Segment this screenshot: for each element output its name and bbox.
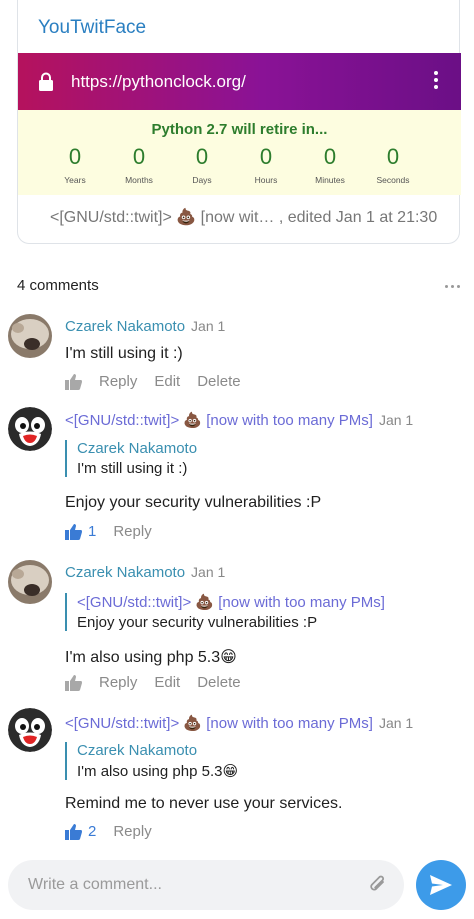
avatar[interactable] [8, 407, 52, 451]
quoted-reply[interactable]: Czarek Nakamoto I'm also using php 5.3😁 [65, 742, 238, 780]
comment-body: I'm also using php 5.3😁 [65, 649, 237, 666]
comment-author[interactable]: <[GNU/std::twit]> 💩 [now with too many P… [65, 412, 373, 429]
reply-button[interactable]: Reply [99, 674, 137, 691]
countdown-hours: 0 Hours [254, 144, 278, 185]
delete-button[interactable]: Delete [197, 674, 240, 691]
paperclip-icon[interactable] [368, 874, 388, 896]
reply-button[interactable]: Reply [113, 523, 151, 540]
comment-author[interactable]: Czarek Nakamoto [65, 318, 185, 335]
avatar[interactable] [8, 314, 52, 358]
countdown-days: 0 Days [192, 144, 212, 185]
quote-author: Czarek Nakamoto [77, 742, 198, 759]
comment-date: Jan 1 [378, 715, 414, 731]
reply-button[interactable]: Reply [99, 373, 137, 390]
comment-author[interactable]: Czarek Nakamoto [65, 564, 185, 581]
edit-button[interactable]: Edit [154, 373, 180, 390]
countdown-years: 0 Years [64, 144, 86, 185]
avatar[interactable] [8, 560, 52, 604]
thumbs-up-icon[interactable] [65, 523, 82, 540]
thumbs-up-icon[interactable] [65, 823, 82, 840]
more-dots-icon[interactable] [445, 285, 460, 288]
comment-date: Jan 1 [378, 412, 414, 428]
quote-author: Czarek Nakamoto [77, 440, 198, 457]
quoted-reply[interactable]: <[GNU/std::twit]> 💩 [now with too many P… [65, 593, 385, 631]
comment-date: Jan 1 [191, 318, 226, 334]
comment-body: Enjoy your security vulnerabilities :P [65, 494, 322, 511]
post-meta: <[GNU/std::twit]> 💩 [now wit… , edited J… [50, 209, 438, 226]
comments-count: 4 comments [17, 277, 99, 294]
delete-button[interactable]: Delete [197, 373, 240, 390]
countdown-seconds: 0 Seconds [376, 144, 410, 185]
quote-text: Enjoy your security vulnerabilities :P [77, 614, 318, 631]
comment-date: Jan 1 [191, 564, 226, 580]
quote-text: I'm also using php 5.3😁 [77, 763, 239, 780]
quote-text: I'm still using it :) [77, 460, 188, 477]
edit-button[interactable]: Edit [154, 674, 180, 691]
comment-body: I'm still using it :) [65, 345, 183, 362]
comment-author[interactable]: <[GNU/std::twit]> 💩 [now with too many P… [65, 715, 373, 732]
preview-url-bar[interactable]: https://pythonclock.org/ [18, 53, 461, 110]
countdown-minutes: 0 Minutes [315, 144, 345, 185]
kebab-menu-icon[interactable] [433, 71, 439, 91]
comment-input[interactable]: Write a comment... [8, 860, 404, 910]
quote-author: <[GNU/std::twit]> 💩 [now with too many P… [77, 594, 385, 611]
countdown-months: 0 Months [125, 144, 153, 185]
send-icon [430, 875, 452, 895]
send-button[interactable] [416, 860, 466, 910]
like-count: 2 [88, 823, 97, 840]
comment-input-placeholder: Write a comment... [28, 876, 162, 893]
lock-icon [39, 72, 53, 91]
post-title[interactable]: YouTwitFace [38, 17, 146, 39]
link-preview[interactable]: https://pythonclock.org/ Python 2.7 will… [18, 53, 461, 195]
thumbs-up-icon[interactable] [65, 674, 82, 691]
countdown-title: Python 2.7 will retire in... [151, 121, 328, 138]
avatar[interactable] [8, 708, 52, 752]
python-clock-countdown: Python 2.7 will retire in... 0 Years 0 M… [18, 110, 461, 195]
preview-url: https://pythonclock.org/ [71, 71, 246, 91]
reply-button[interactable]: Reply [113, 823, 151, 840]
comment-body: Remind me to never use your services. [65, 795, 343, 812]
post-card: YouTwitFace https://pythonclock.org/ Pyt… [17, 0, 461, 244]
like-count: 1 [88, 523, 97, 540]
thumbs-up-icon[interactable] [65, 373, 82, 390]
quoted-reply[interactable]: Czarek Nakamoto I'm still using it :) [65, 440, 197, 477]
